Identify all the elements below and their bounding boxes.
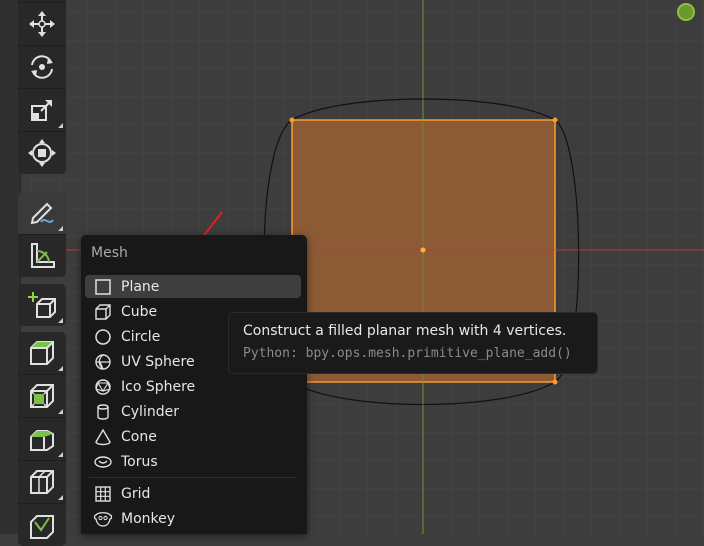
menu-item-monkey[interactable]: Monkey	[85, 507, 301, 530]
transform-tool[interactable]	[18, 131, 66, 174]
circle-icon	[95, 328, 111, 345]
annotate-icon	[30, 202, 54, 225]
tooltip-description: Construct a filled planar mesh with 4 ve…	[243, 323, 567, 339]
add-cube-icon	[28, 292, 56, 318]
transform-tools	[18, 0, 66, 174]
cylinder-icon	[97, 403, 109, 420]
bevel-tool[interactable]	[18, 417, 66, 460]
extrude-icon	[30, 341, 54, 365]
inset-icon	[30, 384, 54, 408]
menu-item-label: Cylinder	[121, 403, 179, 420]
mesh-edit-tools	[18, 332, 66, 546]
menu-item-plane[interactable]: Plane	[85, 275, 301, 298]
rotate-tool[interactable]	[18, 45, 66, 88]
menu-item-label: Monkey	[121, 510, 176, 527]
menu-title: Mesh	[91, 245, 128, 261]
origin-point	[420, 247, 426, 253]
transform-icon	[28, 139, 56, 167]
bevel-icon	[30, 430, 54, 451]
menu-item-torus[interactable]: Torus	[85, 450, 301, 473]
vertex	[552, 379, 558, 385]
loop-cut-icon	[30, 470, 54, 494]
knife-tool[interactable]	[18, 503, 66, 546]
add-mesh-menu: Mesh Plane Cube Circle UV Sphere Ico Sph…	[81, 235, 307, 534]
add-cube-tool[interactable]	[18, 284, 66, 326]
menu-item-label: Grid	[121, 485, 151, 502]
scale-tool[interactable]	[18, 88, 66, 131]
menu-separator	[89, 477, 297, 478]
monkey-icon	[93, 511, 113, 527]
ico-sphere-icon	[95, 378, 111, 395]
uv-sphere-icon	[95, 353, 111, 370]
tooltip: Construct a filled planar mesh with 4 ve…	[228, 312, 598, 374]
menu-item-label: UV Sphere	[121, 353, 195, 370]
torus-icon	[94, 455, 112, 468]
measure-tool[interactable]	[18, 234, 66, 277]
loop-cut-tool[interactable]	[18, 460, 66, 503]
menu-item-label: Cube	[121, 303, 158, 320]
annotate-tool[interactable]	[18, 192, 66, 234]
grid-icon	[95, 485, 111, 502]
menu-item-label: Ico Sphere	[121, 378, 196, 395]
menu-item-ico-sphere[interactable]: Ico Sphere	[85, 375, 301, 398]
measure-icon	[31, 243, 55, 268]
menu-item-cylinder[interactable]: Cylinder	[85, 400, 301, 423]
annotate-tools	[18, 192, 66, 277]
vertex	[289, 117, 295, 123]
inset-tool[interactable]	[18, 374, 66, 417]
knife-icon	[30, 515, 54, 539]
menu-item-label: Plane	[121, 278, 160, 295]
add-tools	[18, 284, 66, 326]
cube-icon	[95, 303, 111, 320]
menu-item-cone[interactable]: Cone	[85, 425, 301, 448]
navigation-gizmo[interactable]	[677, 3, 695, 21]
scale-icon	[31, 100, 52, 121]
menu-item-grid[interactable]: Grid	[85, 482, 301, 505]
menu-item-label: Circle	[121, 328, 161, 345]
extrude-tool[interactable]	[18, 332, 66, 374]
menu-item-label: Cone	[121, 428, 157, 445]
move-icon	[29, 11, 55, 37]
plane-icon	[95, 278, 111, 295]
tooltip-python: Python: bpy.ops.mesh.primitive_plane_add…	[243, 346, 572, 361]
menu-item-label: Torus	[121, 453, 158, 470]
rotate-icon	[31, 55, 53, 79]
move-tool[interactable]	[18, 2, 66, 45]
cone-icon	[95, 428, 111, 445]
vertex	[552, 117, 558, 123]
